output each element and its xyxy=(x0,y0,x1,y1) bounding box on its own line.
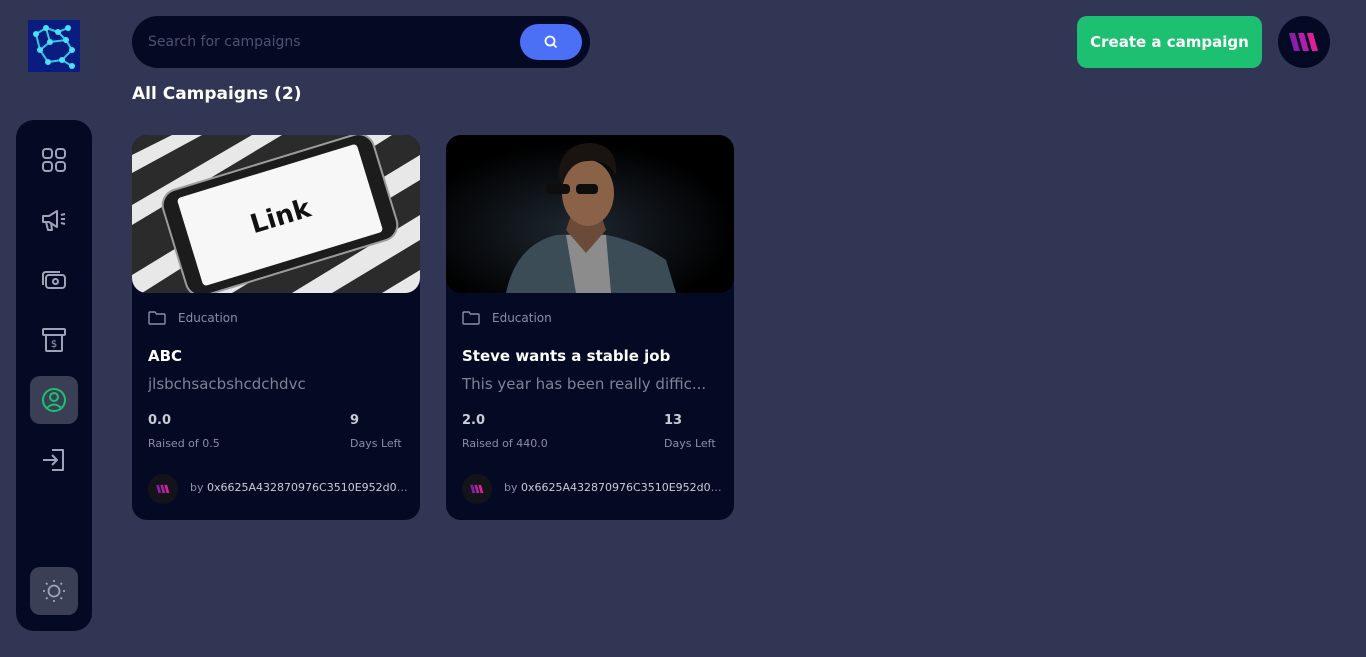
days-left-label: Days Left xyxy=(664,437,716,450)
amount-raised: 2.0 xyxy=(462,413,486,428)
owner-by-label: by xyxy=(504,481,521,494)
brand-logo-icon xyxy=(470,484,484,494)
category-label: Education xyxy=(492,311,552,325)
campaign-card[interactable]: Education Steve wants a stable job This … xyxy=(446,135,734,520)
campaign-description: This year has been really diffic... xyxy=(462,375,707,393)
days-left-label: Days Left xyxy=(350,437,402,450)
sidebar-item-profile[interactable] xyxy=(30,376,78,424)
page-title: All Campaigns (2) xyxy=(132,84,302,104)
brand-logo-icon xyxy=(156,484,170,494)
profile-icon xyxy=(42,388,66,412)
folder-icon xyxy=(148,311,166,325)
profile-avatar[interactable] xyxy=(1278,16,1330,68)
megaphone-icon xyxy=(42,210,66,231)
owner-line: by 0x6625A432870976C3510E952d0E... xyxy=(190,481,410,494)
app-logo[interactable] xyxy=(28,20,80,72)
campaign-title: ABC xyxy=(148,347,183,365)
owner-avatar xyxy=(462,474,492,504)
campaign-card[interactable]: Link Education ABC jlsbchsacbshcdchdvc 0… xyxy=(132,135,420,520)
category-row: Education xyxy=(462,311,552,325)
sidebar-item-payment[interactable] xyxy=(30,256,78,304)
money-icon xyxy=(42,271,66,289)
withdraw-icon: $ xyxy=(42,328,66,352)
sidebar-item-dashboard[interactable] xyxy=(30,136,78,184)
category-row: Education xyxy=(148,311,238,325)
search-button[interactable] xyxy=(520,24,582,60)
create-campaign-button[interactable]: Create a campaign xyxy=(1077,16,1262,68)
search-icon xyxy=(544,35,558,49)
category-label: Education xyxy=(178,311,238,325)
dashboard-grid-icon xyxy=(42,148,66,172)
sidebar-item-logout[interactable] xyxy=(30,436,78,484)
svg-text:$: $ xyxy=(51,339,57,350)
sun-icon xyxy=(43,580,65,602)
owner-avatar xyxy=(148,474,178,504)
campaign-image: Link xyxy=(132,135,420,293)
owner-address: 0x6625A432870976C3510E952d0E... xyxy=(207,481,410,494)
search-bar xyxy=(132,16,590,68)
theme-toggle-button[interactable] xyxy=(30,567,78,615)
logout-icon xyxy=(43,449,64,471)
amount-raised: 0.0 xyxy=(148,413,172,428)
days-left-value: 9 xyxy=(350,413,360,428)
target-label: Raised of 440.0 xyxy=(462,437,548,450)
owner-address: 0x6625A432870976C3510E952d0E... xyxy=(521,481,724,494)
campaign-image xyxy=(446,135,734,293)
target-label: Raised of 0.5 xyxy=(148,437,220,450)
owner-line: by 0x6625A432870976C3510E952d0E... xyxy=(504,481,724,494)
campaign-title: Steve wants a stable job xyxy=(462,347,671,365)
days-left-value: 13 xyxy=(664,413,683,428)
sidebar-item-campaign[interactable] xyxy=(30,196,78,244)
sidebar-item-withdraw[interactable]: $ xyxy=(30,316,78,364)
folder-icon xyxy=(462,311,480,325)
brand-logo-icon xyxy=(1289,33,1318,51)
search-input[interactable] xyxy=(148,30,508,54)
sidebar-nav: $ xyxy=(16,120,92,631)
campaign-description: jlsbchsacbshcdchdvc xyxy=(148,375,306,393)
owner-by-label: by xyxy=(190,481,207,494)
